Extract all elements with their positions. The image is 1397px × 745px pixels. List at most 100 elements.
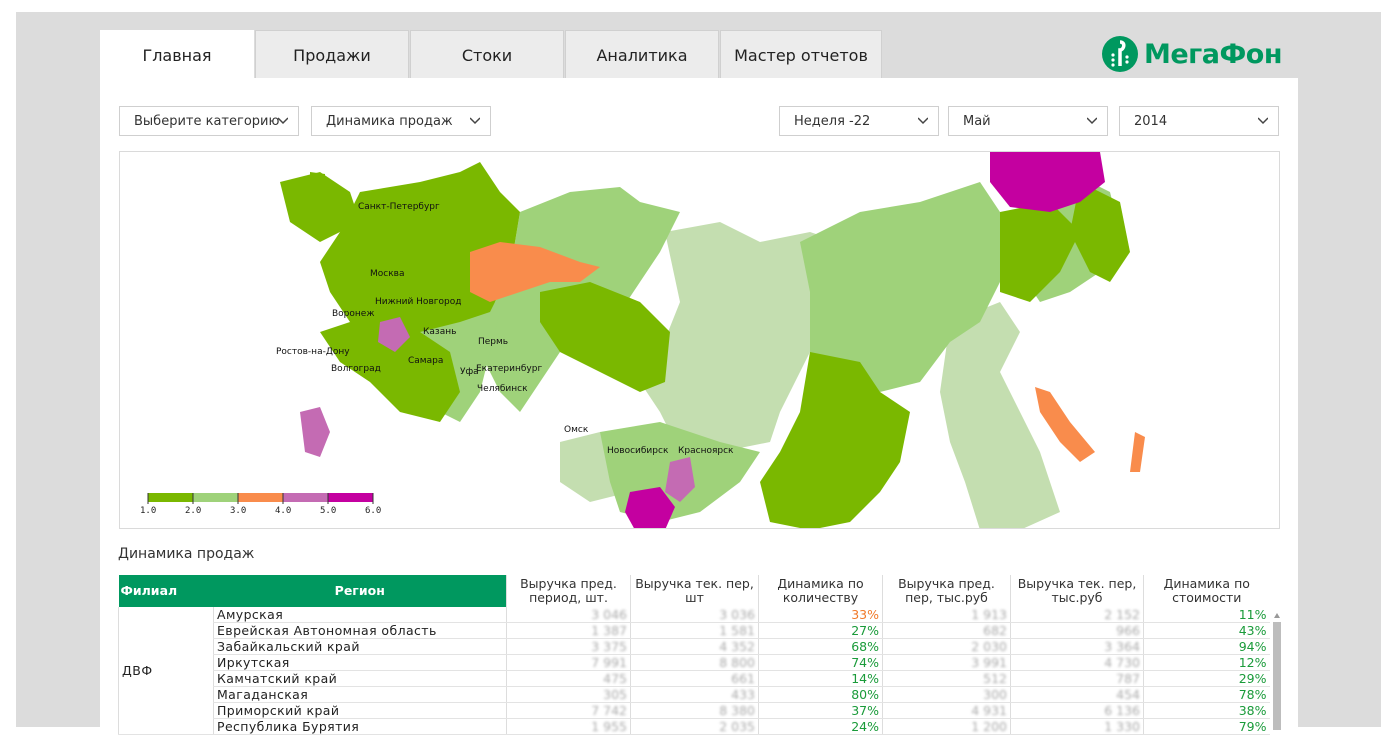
tab-sales[interactable]: Продажи xyxy=(255,30,409,80)
legend-tick: 5.0 xyxy=(320,506,336,516)
category-select[interactable]: Выберите категорию xyxy=(119,106,299,136)
header-region[interactable]: Регион xyxy=(213,575,507,607)
category-select-value: Выберите категорию xyxy=(134,113,280,129)
prev-qty-cell: 475 xyxy=(506,670,631,687)
month-select[interactable]: Май xyxy=(948,106,1108,136)
cur-revenue-cell: 4 730 xyxy=(1010,654,1144,671)
map-region-bright[interactable] xyxy=(540,282,670,392)
cur-qty-cell: 3 036 xyxy=(630,607,759,623)
city-label: Челябинск xyxy=(477,384,528,394)
qty-dynamics-cell: 24% xyxy=(758,718,883,735)
prev-qty-cell: 1 387 xyxy=(506,622,631,639)
city-label: Красноярск xyxy=(678,446,734,456)
table-scrollbar[interactable] xyxy=(1271,610,1283,730)
city-label: Казань xyxy=(423,327,456,337)
region-cell: Амурская xyxy=(213,607,507,623)
header-qty-dynamics[interactable]: Динамика по количеству xyxy=(758,575,883,607)
region-cell: Приморский край xyxy=(213,702,507,719)
prev-revenue-cell: 512 xyxy=(882,670,1011,687)
header-cur-revenue[interactable]: Выручка тек. пер, тыс.руб xyxy=(1010,575,1144,607)
map-region-pink[interactable] xyxy=(300,407,330,457)
city-label: Санкт-Петербург xyxy=(358,202,440,212)
cur-qty-cell: 661 xyxy=(630,670,759,687)
map-region-orange[interactable] xyxy=(1035,387,1095,462)
map-region-orange[interactable] xyxy=(1130,432,1145,472)
region-cell: Еврейская Автономная область xyxy=(213,622,507,639)
megafon-logo-text: МегаФон xyxy=(1144,38,1283,70)
table-row[interactable]: Приморский край 7 742 8 380 37% 4 931 6 136 38… xyxy=(119,702,1270,719)
table-row[interactable]: Магаданская 305 433 80% 300 454 78% xyxy=(119,686,1270,703)
region-cell: Иркутская xyxy=(213,654,507,671)
cur-revenue-cell: 454 xyxy=(1010,686,1144,703)
table-row[interactable]: Забайкальский край 3 375 4 352 68% 2 030 3 36… xyxy=(119,638,1270,655)
qty-dynamics-cell: 14% xyxy=(758,670,883,687)
city-label: Нижний Новгород xyxy=(375,297,461,307)
prev-revenue-cell: 1 913 xyxy=(882,607,1011,623)
city-label: Волгоград xyxy=(331,364,381,374)
cur-qty-cell: 8 800 xyxy=(630,654,759,671)
legend-swatch xyxy=(328,493,373,502)
week-select[interactable]: Неделя -22 xyxy=(779,106,939,136)
tab-analytics[interactable]: Аналитика xyxy=(565,30,719,80)
scrollbar-thumb xyxy=(1273,622,1281,730)
legend-tick: 6.0 xyxy=(365,506,381,516)
value-dynamics-cell: 38% xyxy=(1143,702,1270,719)
cur-qty-cell: 1 581 xyxy=(630,622,759,639)
header-value-dynamics[interactable]: Динамика по стоимости xyxy=(1143,575,1270,607)
prev-revenue-cell: 1 200 xyxy=(882,718,1011,735)
chevron-down-icon xyxy=(470,117,480,125)
legend-swatch xyxy=(193,493,238,502)
prev-revenue-cell: 2 030 xyxy=(882,638,1011,655)
map-region-bright[interactable] xyxy=(310,172,325,197)
report-select[interactable]: Динамика продаж xyxy=(311,106,491,136)
cur-revenue-cell: 966 xyxy=(1010,622,1144,639)
chevron-down-icon xyxy=(1258,117,1268,125)
map-legend: 1.0 2.0 3.0 4.0 5.0 6.0 xyxy=(140,493,381,516)
value-dynamics-cell: 78% xyxy=(1143,686,1270,703)
chevron-down-icon xyxy=(1087,117,1097,125)
value-dynamics-cell: 43% xyxy=(1143,622,1270,639)
region-cell: Магаданская xyxy=(213,686,507,703)
qty-dynamics-cell: 33% xyxy=(758,607,883,623)
qty-dynamics-cell: 27% xyxy=(758,622,883,639)
value-dynamics-cell: 79% xyxy=(1143,718,1270,735)
header-cur-qty[interactable]: Выручка тек. пер, шт xyxy=(630,575,759,607)
legend-tick: 2.0 xyxy=(185,506,201,516)
legend-tick: 3.0 xyxy=(230,506,246,516)
month-select-value: Май xyxy=(963,113,991,129)
header-prev-revenue[interactable]: Выручка пред. пер, тыс.руб xyxy=(882,575,1011,607)
legend-swatch xyxy=(238,493,283,502)
city-label: Пермь xyxy=(478,337,508,347)
value-dynamics-cell: 29% xyxy=(1143,670,1270,687)
value-dynamics-cell: 11% xyxy=(1143,607,1270,623)
qty-dynamics-cell: 37% xyxy=(758,702,883,719)
tab-stock[interactable]: Стоки xyxy=(410,30,564,80)
tab-report-master[interactable]: Мастер отчетов xyxy=(720,30,882,80)
table-row[interactable]: ДВФ Амурская 3 046 3 036 33% 1 913 2 152 11% xyxy=(118,607,1270,735)
table-row[interactable]: Еврейская Автономная область 1 387 1 581 27… xyxy=(119,622,1270,639)
header-branch[interactable]: Филиал xyxy=(118,575,214,607)
russia-map: Санкт-Петербург Москва Нижний Новгород В… xyxy=(119,151,1280,529)
qty-dynamics-cell: 80% xyxy=(758,686,883,703)
legend-tick: 4.0 xyxy=(275,506,291,516)
cur-revenue-cell: 3 364 xyxy=(1010,638,1144,655)
cur-qty-cell: 8 380 xyxy=(630,702,759,719)
year-select[interactable]: 2014 xyxy=(1119,106,1279,136)
legend-swatch xyxy=(148,493,193,502)
city-label: Новосибирск xyxy=(607,446,669,456)
prev-revenue-cell: 3 991 xyxy=(882,654,1011,671)
prev-revenue-cell: 300 xyxy=(882,686,1011,703)
header-prev-qty[interactable]: Выручка пред. период, шт. xyxy=(506,575,631,607)
table-title: Динамика продаж xyxy=(118,546,255,562)
table-row[interactable]: Республика Бурятия 1 955 2 035 24% 1 200 1 33… xyxy=(119,718,1270,735)
week-select-value: Неделя -22 xyxy=(794,113,871,129)
table-row[interactable]: Иркутская 7 991 8 800 74% 3 991 4 730 12% xyxy=(119,654,1270,671)
city-label: Москва xyxy=(370,269,404,279)
cur-revenue-cell: 6 136 xyxy=(1010,702,1144,719)
table-row[interactable]: Камчатский край 475 661 14% 512 787 29% xyxy=(119,670,1270,687)
prev-qty-cell: 7 742 xyxy=(506,702,631,719)
scroll-up-icon xyxy=(1274,613,1280,618)
tab-main[interactable]: Главная xyxy=(100,30,254,80)
qty-dynamics-cell: 74% xyxy=(758,654,883,671)
value-dynamics-cell: 94% xyxy=(1143,638,1270,655)
